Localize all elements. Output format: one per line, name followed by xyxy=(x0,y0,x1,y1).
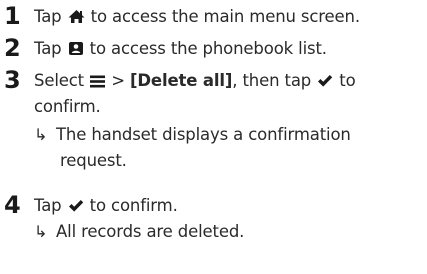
step-text-before: Tap xyxy=(34,39,67,58)
menu-icon xyxy=(90,71,106,95)
step-instruction: Select > [Delete all], then tap to xyxy=(34,69,423,95)
step-number: 2 xyxy=(4,34,21,62)
step-instruction-line2: confirm. xyxy=(34,97,101,116)
step-number: 1 xyxy=(4,2,21,30)
step-text-after: to xyxy=(334,71,356,90)
step-text-before: Tap xyxy=(34,7,67,26)
phonebook-icon xyxy=(68,39,84,63)
step-instruction: Tap to confirm. xyxy=(34,194,423,220)
step-text-after: to access the main menu screen. xyxy=(85,7,360,26)
result-line: ↳ The handset displays a confirmation xyxy=(34,123,351,147)
checkmark-icon xyxy=(317,71,333,95)
result-arrow-icon: ↳ xyxy=(34,125,48,144)
step-text-separator: > xyxy=(106,71,130,90)
step-number: 4 xyxy=(4,191,21,219)
step-text-after: to confirm. xyxy=(84,196,178,215)
step-text-middle: , then tap xyxy=(232,71,317,90)
home-icon xyxy=(68,7,85,31)
step-text-after: to access the phonebook list. xyxy=(84,39,327,58)
step-instruction: Tap to access the phonebook list. xyxy=(34,37,423,63)
step-text-before: Select xyxy=(34,71,90,90)
result-text: The handset displays a confirmation xyxy=(56,125,351,144)
step-number: 3 xyxy=(4,66,21,94)
result-arrow-icon: ↳ xyxy=(34,222,48,241)
result-line: ↳ All records are deleted. xyxy=(34,220,244,244)
checkmark-icon xyxy=(68,196,84,220)
delete-all-option: [Delete all] xyxy=(129,71,233,90)
result-line-continued: request. xyxy=(60,151,127,170)
result-text: All records are deleted. xyxy=(56,222,245,241)
step-instruction: Tap to access the main menu screen. xyxy=(34,5,423,31)
step-text-before: Tap xyxy=(34,196,67,215)
